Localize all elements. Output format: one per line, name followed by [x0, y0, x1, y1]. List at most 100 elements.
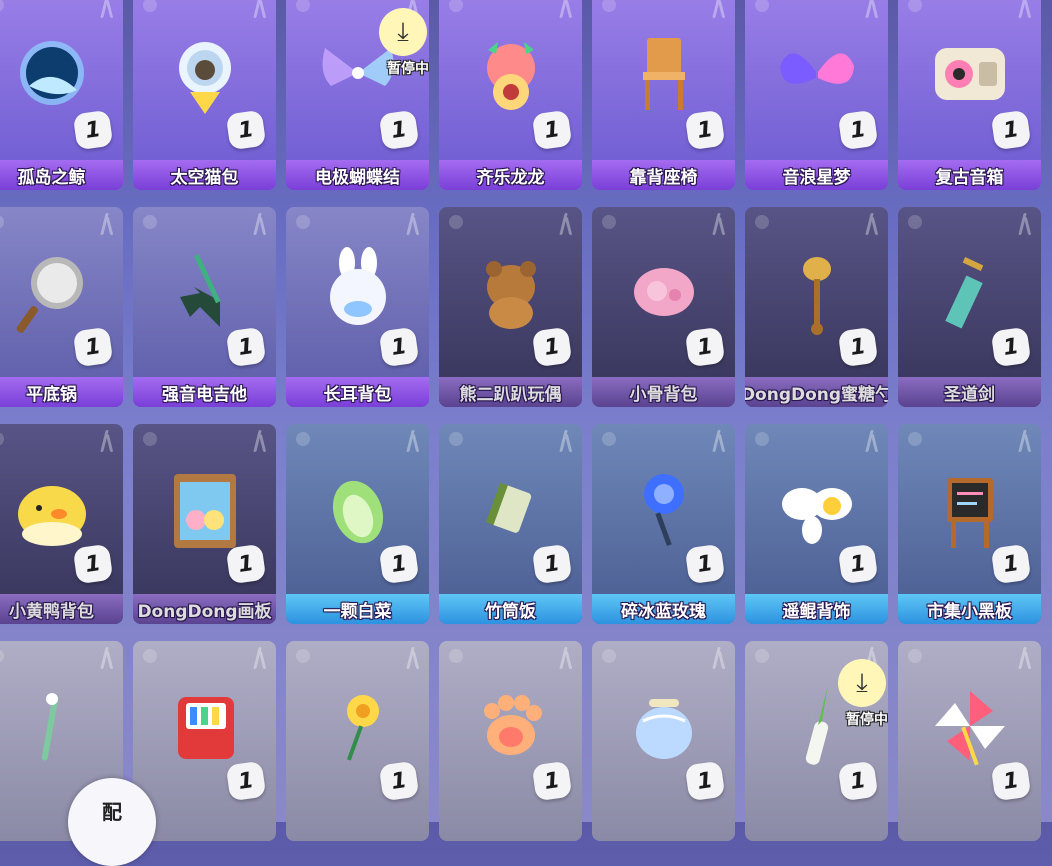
star-wings-icon [772, 28, 862, 122]
item-name-label: 遥鲲背饰 [745, 594, 888, 624]
watermark-icon [1019, 647, 1033, 681]
watermark-icon [713, 213, 727, 247]
watermark-icon [101, 430, 115, 464]
cabbage-icon [313, 464, 403, 558]
egg-wings-icon [772, 464, 862, 558]
watermark-icon [560, 213, 574, 247]
item-card[interactable]: 1 音浪星梦 [745, 0, 888, 190]
watermark-icon [254, 647, 268, 681]
quantity-badge: 1 [531, 760, 573, 802]
item-card[interactable]: 1 DongDong蜜糖勺 [745, 207, 888, 407]
space-cat-backpack-icon [160, 28, 250, 122]
item-card[interactable]: 1 小黄鸭背包 [0, 424, 123, 624]
quantity-badge: 1 [72, 326, 114, 368]
item-card[interactable]: 1 太空猫包 [133, 0, 276, 190]
item-card[interactable]: 1 DongDong画板 [133, 424, 276, 624]
item-card[interactable]: 1 [592, 641, 735, 841]
item-card[interactable]: 1 熊二趴趴玩偶 [439, 207, 582, 407]
item-name-label: 竹筒饭 [439, 594, 582, 624]
item-name-label: 长耳背包 [286, 377, 429, 407]
item-card[interactable]: 1 [439, 641, 582, 841]
watermark-icon [407, 430, 421, 464]
drawing-board-icon [160, 464, 250, 558]
item-card[interactable]: 1 强音电吉他 [133, 207, 276, 407]
brand-apple-icon [755, 649, 769, 663]
chair-icon [619, 28, 709, 122]
item-card[interactable]: 1 [898, 641, 1041, 841]
item-card[interactable]: 1 碎冰蓝玫瑰 [592, 424, 735, 624]
item-card[interactable]: 1 齐乐龙龙 [439, 0, 582, 190]
item-card[interactable]: 1 圣道剑 [898, 207, 1041, 407]
quantity-badge: 1 [378, 760, 420, 802]
item-card[interactable]: 1 竹筒饭 [439, 424, 582, 624]
brand-apple-icon [908, 432, 922, 446]
item-card[interactable]: 1 电极蝴蝶结 ⤓ 暂停中 [286, 0, 429, 190]
watermark-icon [1019, 213, 1033, 247]
item-card[interactable]: 1 [286, 641, 429, 841]
brand-apple-icon [908, 215, 922, 229]
item-name-label: 太空猫包 [133, 160, 276, 190]
quantity-badge: 1 [837, 109, 879, 151]
item-name-label: 熊二趴趴玩偶 [439, 377, 582, 407]
paused-download-indicator[interactable]: ⤓ 暂停中 [828, 653, 888, 728]
bamboo-rice-icon [466, 464, 556, 558]
sword-icon [925, 247, 1015, 341]
quantity-badge: 1 [990, 543, 1032, 585]
item-name-label: 小骨背包 [592, 377, 735, 407]
brand-apple-icon [296, 432, 310, 446]
retro-speaker-icon [925, 28, 1015, 122]
sunflower-icon [313, 681, 403, 775]
watermark-icon [407, 647, 421, 681]
wand-icon [7, 681, 97, 775]
watermark-icon [866, 430, 880, 464]
pink-backpack-icon [619, 247, 709, 341]
brand-apple-icon [449, 215, 463, 229]
item-name-label: 一颗白菜 [286, 594, 429, 624]
item-name-label: 复古音箱 [898, 160, 1041, 190]
pause-label: 暂停中 [846, 712, 888, 728]
frying-pan-icon [7, 247, 97, 341]
quantity-badge: 1 [225, 543, 267, 585]
quantity-badge: 1 [990, 109, 1032, 151]
brand-apple-icon [602, 215, 616, 229]
quantity-badge: 1 [684, 760, 726, 802]
brand-apple-icon [602, 432, 616, 446]
watermark-icon [254, 430, 268, 464]
brand-apple-icon [449, 432, 463, 446]
item-card[interactable]: 1 市集小黑板 [898, 424, 1041, 624]
item-card[interactable]: 1 ⤓ 暂停中 [745, 641, 888, 841]
watermark-icon [101, 0, 115, 30]
watermark-icon [713, 430, 727, 464]
item-card[interactable]: 1 一颗白菜 [286, 424, 429, 624]
brand-apple-icon [143, 215, 157, 229]
watermark-icon [407, 213, 421, 247]
duck-backpack-icon [7, 464, 97, 558]
item-card[interactable]: 1 复古音箱 [898, 0, 1041, 190]
watermark-icon [254, 0, 268, 30]
crayon-box-icon [160, 681, 250, 775]
item-card[interactable]: 1 孤岛之鲸 [0, 0, 123, 190]
brand-apple-icon [602, 649, 616, 663]
item-card[interactable]: 1 平底锅 [0, 207, 123, 407]
watermark-icon [713, 0, 727, 30]
quantity-badge: 1 [225, 760, 267, 802]
match-button[interactable]: 配 [68, 778, 156, 866]
quantity-badge: 1 [837, 326, 879, 368]
watermark-icon [866, 213, 880, 247]
watermark-icon [101, 647, 115, 681]
paused-download-indicator[interactable]: ⤓ 暂停中 [369, 2, 429, 77]
watermark-icon [866, 0, 880, 30]
item-card[interactable]: 1 小骨背包 [592, 207, 735, 407]
item-name-label: 圣道剑 [898, 377, 1041, 407]
inventory-grid: 1 孤岛之鲸 1 太空猫包 1 电极蝴蝶结 ⤓ 暂停中 1 齐乐龙龙 1 靠背座椅 1 音浪星梦 1 复古音箱… [0, 0, 1052, 841]
brand-apple-icon [143, 649, 157, 663]
quantity-badge: 1 [72, 109, 114, 151]
item-name-label: 碎冰蓝玫瑰 [592, 594, 735, 624]
item-card[interactable]: 1 遥鲲背饰 [745, 424, 888, 624]
item-card[interactable]: 1 长耳背包 [286, 207, 429, 407]
blue-rose-icon [619, 464, 709, 558]
quantity-badge: 1 [684, 109, 726, 151]
quantity-badge: 1 [72, 543, 114, 585]
bunny-backpack-icon [313, 247, 403, 341]
item-card[interactable]: 1 靠背座椅 [592, 0, 735, 190]
